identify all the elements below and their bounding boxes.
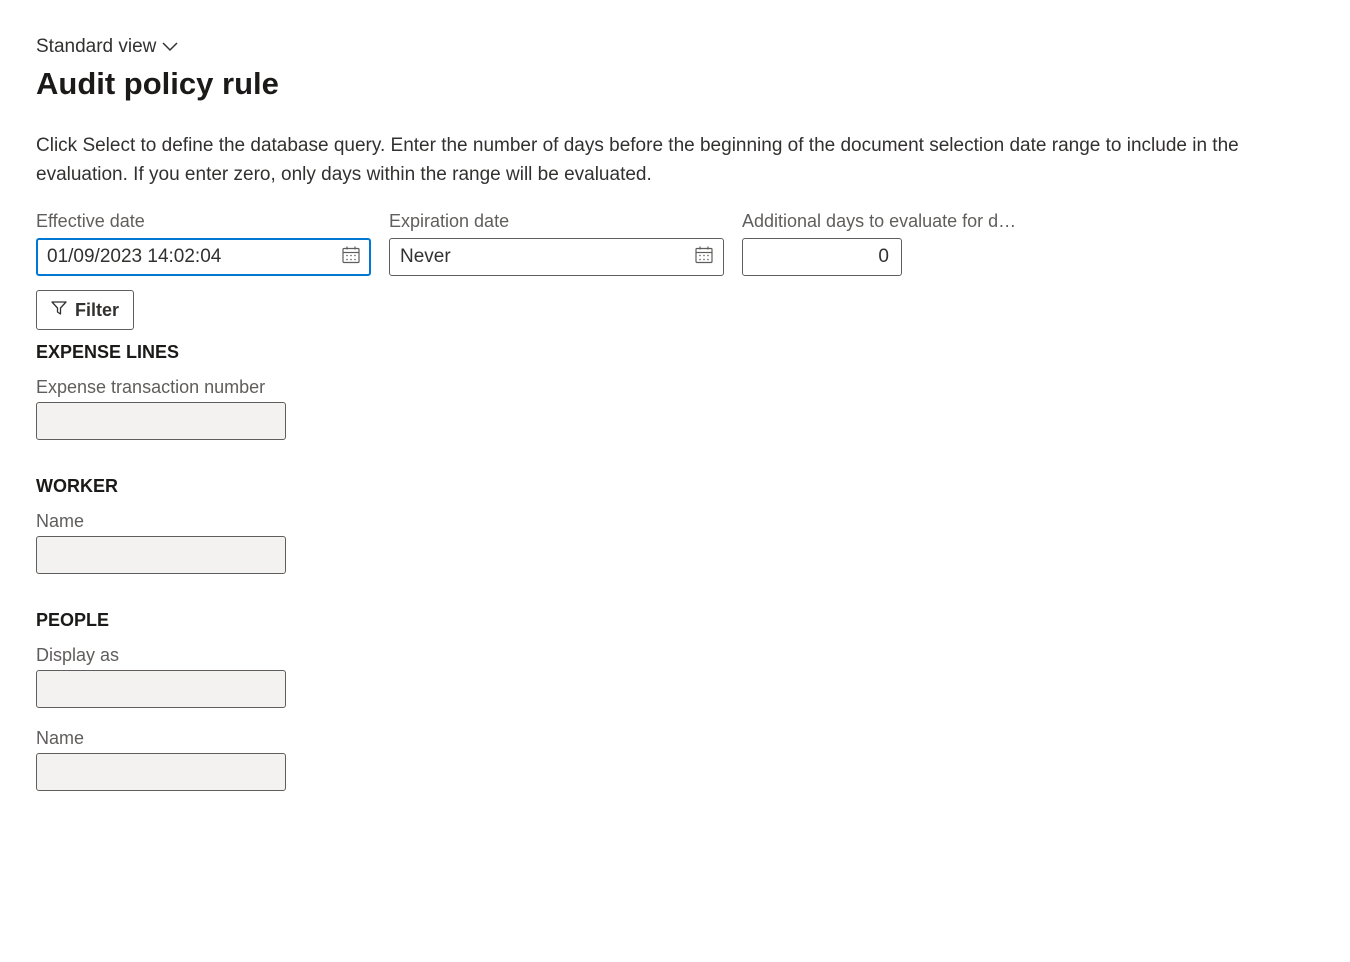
people-display-as-input[interactable] — [36, 670, 286, 708]
expiration-date-wrap — [389, 238, 724, 276]
additional-days-label: Additional days to evaluate for d… — [742, 211, 1016, 232]
expense-transaction-number-input[interactable] — [36, 402, 286, 440]
people-name-field: Name — [36, 728, 1314, 791]
effective-date-wrap — [36, 238, 371, 276]
worker-name-input[interactable] — [36, 536, 286, 574]
worker-heading: WORKER — [36, 476, 1314, 497]
expense-transaction-number-field: Expense transaction number — [36, 377, 1314, 440]
additional-days-input[interactable] — [742, 238, 902, 276]
expense-transaction-number-label: Expense transaction number — [36, 377, 1314, 398]
people-display-as-label: Display as — [36, 645, 1314, 666]
effective-date-label: Effective date — [36, 211, 371, 232]
view-selector[interactable]: Standard view — [36, 36, 178, 58]
chevron-down-icon — [162, 36, 178, 58]
additional-days-group: Additional days to evaluate for d… — [742, 211, 1016, 276]
worker-name-label: Name — [36, 511, 1314, 532]
expense-lines-heading: EXPENSE LINES — [36, 342, 1314, 363]
people-name-input[interactable] — [36, 753, 286, 791]
expiration-date-group: Expiration date — [389, 211, 724, 276]
expiration-date-label: Expiration date — [389, 211, 724, 232]
view-selector-label: Standard view — [36, 36, 156, 58]
expiration-date-input[interactable] — [389, 238, 724, 276]
people-display-as-field: Display as — [36, 645, 1314, 708]
filter-icon — [51, 300, 67, 321]
people-name-label: Name — [36, 728, 1314, 749]
worker-name-field: Name — [36, 511, 1314, 574]
filter-button-label: Filter — [75, 300, 119, 321]
filter-button[interactable]: Filter — [36, 290, 134, 330]
page-title: Audit policy rule — [36, 66, 1314, 102]
date-field-row: Effective date Expiration date — [36, 211, 1314, 276]
effective-date-group: Effective date — [36, 211, 371, 276]
page-description: Click Select to define the database quer… — [36, 132, 1266, 189]
people-heading: PEOPLE — [36, 610, 1314, 631]
effective-date-input[interactable] — [36, 238, 371, 276]
